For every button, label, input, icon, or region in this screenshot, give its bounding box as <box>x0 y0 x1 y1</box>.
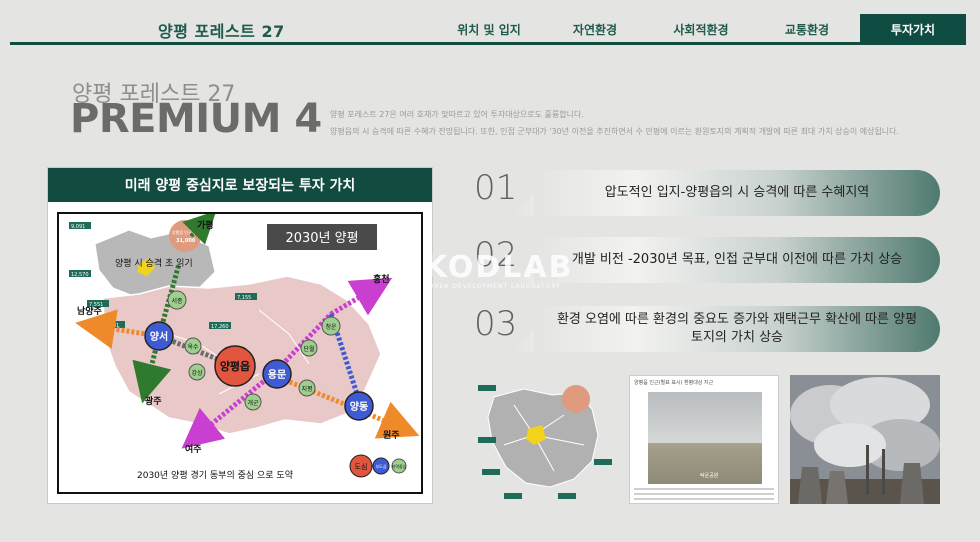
thumb-document-photo <box>648 392 762 484</box>
place-yeoju: 여주 <box>185 443 202 455</box>
benefit-text-1: 압도적인 입지-양평읍의 시 승격에 따른 수혜지역 <box>534 170 940 216</box>
place-hongcheon: 홍천 <box>373 273 390 285</box>
nav-location[interactable]: 위치 및 입지 <box>436 14 542 44</box>
node-label-yangdong: 양동 <box>350 401 368 413</box>
thumb-document-caption: 탁운공원 <box>700 473 719 479</box>
stat-tag-1: 9,091 <box>71 224 85 230</box>
main-nav: 위치 및 입지 자연환경 사회적환경 교통환경 투자가치 <box>436 14 966 44</box>
place-wonju: 원주 <box>383 429 400 441</box>
benefit-number-3: 03 <box>474 304 518 344</box>
nav-traffic[interactable]: 교통환경 <box>754 14 860 44</box>
map-frame: 9,091 12,570 7,551 6,701 7,155 17,260 양평… <box>57 212 423 494</box>
brand-logo[interactable]: 양평 포레스트 27 <box>158 18 285 42</box>
population-value: 31,000 <box>176 238 196 244</box>
place-namyangju: 남양주 <box>77 305 102 317</box>
node-label-gangsang: 강상 <box>191 369 203 377</box>
map-panel: 미래 양평 중심지로 보장되는 투자 가치 9,091 12,570 7,551… <box>47 167 433 504</box>
node-label-yangseo: 양서 <box>150 330 168 343</box>
thumb-document-title: 양평읍 인근(별표 표시) 환평대상 지근 <box>634 380 714 386</box>
map-panel-title: 미래 양평 중심지로 보장되는 투자 가치 <box>48 168 432 202</box>
node-label-cheongun: 청운 <box>325 324 337 331</box>
thumb-map[interactable] <box>474 375 616 504</box>
top-bar: 양평 포레스트 27 위치 및 입지 자연환경 사회적환경 교통환경 투자가치 <box>0 0 980 46</box>
thumb-document-text <box>634 488 774 503</box>
node-label-yongmun: 용문 <box>268 369 286 381</box>
node-label-danwol: 단월 <box>303 345 314 353</box>
year-badge-text: 2030년 양평 <box>285 231 358 246</box>
map-caption: 2030년 양평 경기 동부의 중심 으로 도약 <box>137 469 293 481</box>
page: 양평 포레스트 27 위치 및 입지 자연환경 사회적환경 교통환경 투자가치 … <box>0 0 980 542</box>
legend-sub-label: 부도심 <box>375 463 386 469</box>
node-label-gaegun: 개군 <box>247 399 259 407</box>
benefit-item-3: 03 환경 오염에 따른 환경의 중요도 증가와 재택근무 확산에 따른 양평 … <box>474 304 940 354</box>
nav-social[interactable]: 사회적환경 <box>648 14 754 44</box>
thumb-map-graphic <box>478 385 612 499</box>
hero-desc-line1: 양평 포레스트 27은 여러 호재가 맞따르고 있어 투자대상으로도 훌륭합니다… <box>330 110 584 119</box>
nav-nature[interactable]: 자연환경 <box>542 14 648 44</box>
header-divider <box>10 42 966 45</box>
place-gwangju: 광주 <box>145 395 162 407</box>
thumb-power-plant[interactable] <box>790 375 940 504</box>
benefit-text-3: 환경 오염에 따른 환경의 중요도 증가와 재택근무 확산에 따른 양평 토지의… <box>534 306 940 352</box>
place-gapyeong: 가평 <box>197 219 214 231</box>
hero-desc-line2: 양평읍의 시 승격에 따른 수혜가 전망됩니다. 또한, 인접 군부대가 '30… <box>330 127 900 136</box>
node-label-oksu: 옥수 <box>187 344 199 351</box>
watermark-logo: KODLAB <box>424 250 574 285</box>
stat-tag-2: 12,570 <box>71 272 89 278</box>
hero-title: PREMIUM 4 <box>70 96 322 142</box>
node-label-seojong: 서종 <box>171 297 183 305</box>
region-map: 9,091 12,570 7,551 6,701 7,155 17,260 양평… <box>69 214 420 481</box>
node-label-jipyeong: 지평 <box>301 385 312 393</box>
watermark-subtitle: KOREA DEVELOPMENT LABORATORY <box>424 283 561 290</box>
place-yangpyeong-city: 양평 시 승격 초 읽기 <box>115 257 193 269</box>
watermark: KODLAB KOREA DEVELOPMENT LABORATORY <box>424 250 574 290</box>
legend-center-label: 도심 <box>355 462 368 471</box>
stat-tag-6: 17,260 <box>211 324 229 330</box>
legend-local-label: 지역중심 <box>392 463 407 469</box>
thumb-document[interactable]: 양평읍 인근(별표 표시) 환평대상 지근 탁운공원 <box>629 375 779 504</box>
benefit-number-1: 01 <box>474 168 518 208</box>
benefit-text-2: 개발 비전 -2030년 목표, 인접 군부대 이전에 따른 가치 상승 <box>534 237 940 283</box>
stat-tag-5: 7,155 <box>237 295 251 301</box>
benefit-item-1: 01 압도적인 입지-양평읍의 시 승격에 따른 수혜지역 <box>474 168 940 218</box>
nav-investment[interactable]: 투자가치 <box>860 14 966 44</box>
node-label-yangpyeongeup: 양평읍 <box>220 359 250 373</box>
power-plant-photo <box>790 375 940 504</box>
